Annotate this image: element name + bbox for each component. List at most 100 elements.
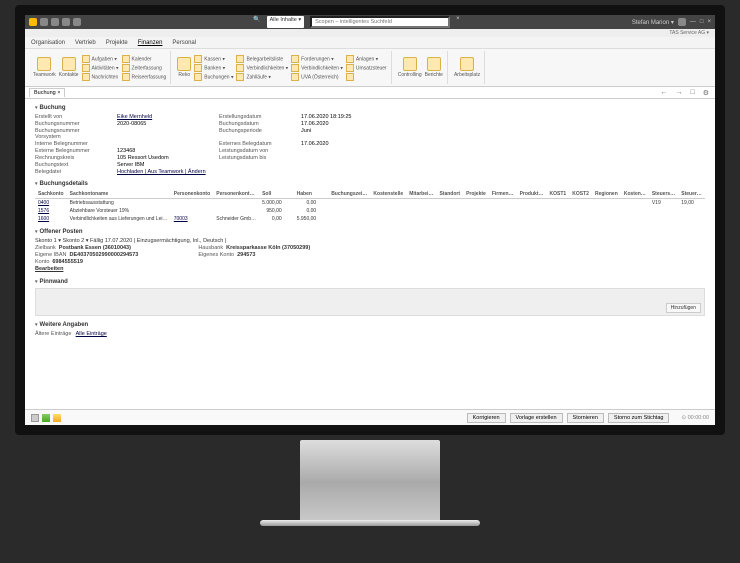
header-cell: Server IBM (117, 162, 207, 168)
ribbon-kassen[interactable]: Kassen ▾ (194, 55, 233, 63)
tabbar: Buchung × ← → □ ⚙ (25, 87, 715, 99)
ribbon-reko[interactable]: Reko (177, 57, 191, 78)
ribbon-arbeitsplatz[interactable]: Arbeitsplatz (454, 57, 480, 78)
tab-menu-icon[interactable]: ⚙ (701, 89, 711, 97)
col-header[interactable]: Kosten… (621, 190, 649, 199)
tab-popout-icon[interactable]: □ (688, 89, 696, 96)
back-icon[interactable] (51, 18, 59, 26)
footer-status: ⊙ 00:00:00 (681, 415, 709, 421)
ribbon-reiseerfassung[interactable]: Reiseerfassung (122, 73, 167, 81)
stornieren-button[interactable]: Stornieren (567, 413, 604, 423)
tab-prev-icon[interactable]: ← (658, 89, 669, 96)
user-menu[interactable]: Stefan Marion ▾ (632, 19, 674, 26)
ribbon-uva[interactable]: UVA (Österreich) (291, 73, 343, 81)
col-header[interactable]: Steuers… (649, 190, 678, 199)
ribbon-anlagen[interactable]: Anlagen ▾ (346, 55, 387, 63)
section-buchung[interactable]: Buchung (35, 105, 705, 111)
footer-chart-icon[interactable] (42, 414, 50, 422)
col-header[interactable]: Kostenstelle (370, 190, 406, 199)
ribbon-aktivitaeten[interactable]: Aktivitäten ▾ (82, 64, 119, 72)
tab-next-icon[interactable]: → (673, 89, 684, 96)
col-header[interactable]: Projekte (463, 190, 489, 199)
menu-personal[interactable]: Personal (172, 40, 196, 46)
cell (678, 215, 705, 223)
col-header[interactable]: Produkt… (517, 190, 547, 199)
ribbon-controlling[interactable]: Controlling (398, 57, 422, 78)
menu-projekte[interactable]: Projekte (106, 40, 128, 46)
search-scope-dropdown[interactable]: Alle Inhalte ▾ (267, 16, 305, 28)
pinnwand-area[interactable]: Hinzufügen (35, 288, 705, 316)
ribbon-forderungen[interactable]: Forderungen ▾ (291, 55, 343, 63)
cell (436, 207, 463, 215)
pinnwand-add-button[interactable]: Hinzufügen (666, 303, 701, 313)
minimize-icon[interactable]: — (690, 19, 696, 25)
col-header[interactable]: KOST1 (547, 190, 570, 199)
ribbon-kontakte[interactable]: Kontakte (59, 57, 79, 78)
korrigieren-button[interactable]: Korrigieren (467, 413, 506, 423)
header-cell: Interne Belegnummer (35, 141, 105, 147)
ribbon-umsatzsteuer[interactable]: Umsatzsteuer (346, 64, 387, 72)
ribbon-buchungen[interactable]: Buchungen ▾ (194, 73, 233, 81)
ribbon-berichte[interactable]: Berichte (425, 57, 443, 78)
col-header[interactable]: Mitarbei… (406, 190, 436, 199)
bearbeiten-link[interactable]: Bearbeiten (35, 266, 63, 272)
tab-close-icon[interactable]: × (57, 90, 60, 96)
ribbon-verbindlichkeiten2[interactable]: Verbindlichkeiten ▾ (291, 64, 343, 72)
ribbon-belegarbeitsliste[interactable]: Belegarbeitsliste (236, 55, 288, 63)
col-header[interactable]: Haben (294, 190, 329, 199)
col-header[interactable]: Soll (259, 190, 294, 199)
col-header[interactable]: Personenkonto (171, 190, 214, 199)
footer-chart2-icon[interactable] (53, 414, 61, 422)
ribbon-verbindlichkeiten1[interactable]: Verbindlichkeiten ▾ (236, 64, 288, 72)
section-open[interactable]: Offener Posten (35, 229, 705, 235)
col-header[interactable]: Steuer… (678, 190, 705, 199)
refresh-icon[interactable] (73, 18, 81, 26)
vorlage-button[interactable]: Vorlage erstellen (510, 413, 563, 423)
ribbon-kalender[interactable]: Kalender (122, 55, 167, 63)
table-row[interactable]: 0400Betriebsausstattung5.000,000,00V1919… (35, 199, 705, 208)
cell (406, 215, 436, 223)
ribbon-zeiterfassung[interactable]: Zeiterfassung (122, 64, 167, 72)
search-input[interactable] (310, 16, 450, 28)
header-cell: 2020-08065 (117, 121, 207, 127)
col-header[interactable]: Sachkontoname (67, 190, 171, 199)
header-link-7[interactable]: Hochladen | Aus Teamwork | Ändern (117, 169, 207, 175)
menu-organisation[interactable]: Organisation (31, 40, 65, 46)
section-more[interactable]: Weitere Angaben (35, 322, 705, 328)
ribbon-nachrichten[interactable]: Nachrichten (82, 73, 119, 81)
col-header[interactable]: Sachkonto (35, 190, 67, 199)
col-header[interactable]: Buchungszei… (328, 190, 370, 199)
section-pinnwand[interactable]: Pinnwand (35, 279, 705, 285)
home-icon[interactable] (29, 18, 37, 26)
footer-tile-icon[interactable] (31, 414, 39, 422)
menu-vertrieb[interactable]: Vertrieb (75, 40, 96, 46)
ribbon-zahllaeufe[interactable]: Zahlläufe ▾ (236, 73, 288, 81)
company-label[interactable]: TAS Service AG ▾ (25, 29, 715, 37)
col-header[interactable]: Regionen (592, 190, 621, 199)
details-table: SachkontoSachkontonamePersonenkontoPerso… (35, 190, 705, 223)
ribbon-banken[interactable]: Banken ▾ (194, 64, 233, 72)
search-close-icon[interactable]: × (456, 16, 460, 28)
forward-icon[interactable] (62, 18, 70, 26)
maximize-icon[interactable]: □ (700, 19, 704, 25)
menu-finanzen[interactable]: Finanzen (138, 40, 163, 46)
cell: 0,00 (294, 207, 329, 215)
close-icon[interactable]: × (707, 19, 711, 25)
ribbon-aufgaben[interactable]: Aufgaben ▾ (82, 55, 119, 63)
ribbon-teamwork[interactable]: Teamwork (33, 57, 56, 78)
cell (489, 215, 517, 223)
table-row[interactable]: 1576Abziehbare Vorsteuer 19%950,000,00 (35, 207, 705, 215)
lock-icon[interactable] (40, 18, 48, 26)
section-details[interactable]: Buchungsdetails (35, 181, 705, 187)
col-header[interactable]: KOST2 (569, 190, 592, 199)
storno-stichtag-button[interactable]: Storno zum Stichtag (608, 413, 670, 423)
table-row[interactable]: 1600Verbindlichkeiten aus Lieferungen un… (35, 215, 705, 223)
col-header[interactable]: Personenkont… (213, 190, 259, 199)
cell (649, 207, 678, 215)
col-header[interactable]: Firmen… (489, 190, 517, 199)
grid-icon[interactable] (678, 18, 686, 26)
header-link-0[interactable]: Eike Mernheld (117, 114, 207, 120)
tab-buchung[interactable]: Buchung × (29, 88, 65, 97)
col-header[interactable]: Standort (436, 190, 463, 199)
all-entries-link[interactable]: Alle Einträge (76, 331, 107, 337)
